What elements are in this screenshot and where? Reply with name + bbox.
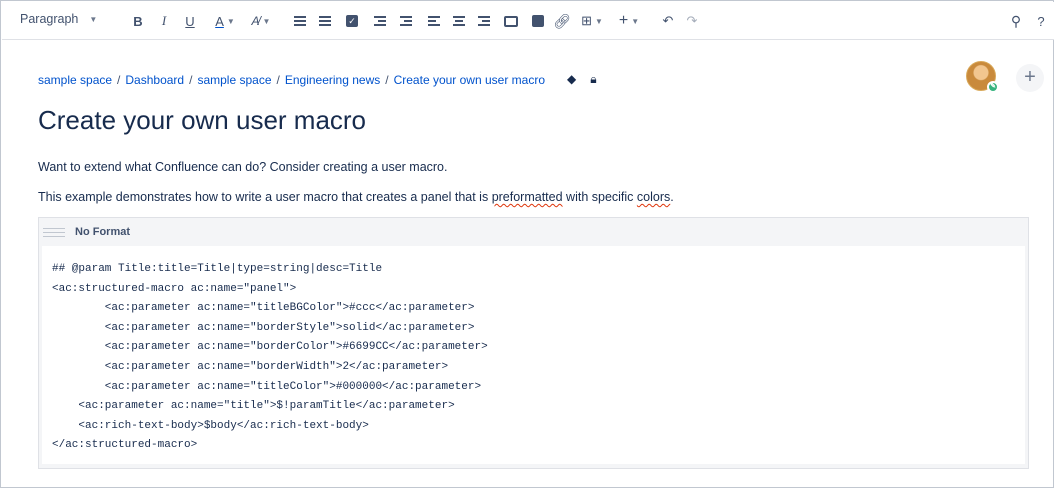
chevron-down-icon: ▼ xyxy=(594,16,603,26)
image-button[interactable] xyxy=(530,10,546,32)
image-icon xyxy=(532,15,544,27)
redo-button[interactable]: ↷ xyxy=(684,10,700,32)
align-center-icon xyxy=(453,14,465,28)
breadcrumb-item-space-2[interactable]: sample space xyxy=(197,73,271,87)
insert-button[interactable]: + ▼ xyxy=(614,10,644,32)
layout-icon xyxy=(504,15,518,27)
breadcrumb-separator: / xyxy=(117,72,121,87)
paragraph-text: with specific xyxy=(562,190,637,204)
text-color-button[interactable]: A ▼ xyxy=(210,10,240,32)
italic-button[interactable]: I xyxy=(156,10,172,32)
code-line: ## @param Title:title=Title|type=string|… xyxy=(52,263,383,275)
avatar[interactable]: ✎ xyxy=(966,61,999,93)
align-right-icon xyxy=(478,14,490,28)
chevron-down-icon: ▼ xyxy=(89,14,98,24)
add-collaborator-button[interactable]: + xyxy=(1016,64,1044,92)
bullet-list-icon xyxy=(294,14,306,28)
no-format-macro[interactable]: No Format ## @param Title:title=Title|ty… xyxy=(38,217,1029,469)
indent-icon xyxy=(400,14,412,28)
editing-badge-icon: ✎ xyxy=(987,81,999,93)
code-line: <ac:parameter ac:name="titleColor">#0000… xyxy=(52,380,482,393)
chevron-down-icon: ▼ xyxy=(262,16,271,26)
breadcrumb-item-current[interactable]: Create your own user macro xyxy=(394,73,545,87)
macro-icon xyxy=(43,225,65,239)
paragraph-intro[interactable]: Want to extend what Confluence can do? C… xyxy=(38,160,448,174)
layout-button[interactable] xyxy=(502,10,520,32)
paragraph-style-label: Paragraph xyxy=(20,12,79,26)
macro-header: No Format xyxy=(39,218,1028,245)
macro-code-body[interactable]: ## @param Title:title=Title|type=string|… xyxy=(42,246,1025,464)
paragraph-style-dropdown[interactable]: Paragraph ▼ xyxy=(20,12,97,26)
link-button[interactable]: 🔗︎ xyxy=(553,10,571,32)
more-formatting-button[interactable]: A̸ ▼ xyxy=(246,10,276,32)
code-line: <ac:parameter ac:name="borderColor">#669… xyxy=(52,341,488,354)
paragraph-text: . xyxy=(670,190,674,204)
outdent-button[interactable] xyxy=(372,10,388,32)
clear-format-icon: A̸ xyxy=(251,14,260,28)
chevron-down-icon: ▼ xyxy=(226,16,235,26)
page-title[interactable]: Create your own user macro xyxy=(38,105,366,136)
redo-icon: ↷ xyxy=(686,13,698,28)
undo-icon: ↶ xyxy=(662,13,674,28)
breadcrumb-item-dashboard[interactable]: Dashboard xyxy=(125,73,184,87)
code-line: <ac:parameter ac:name="title">$!paramTit… xyxy=(52,400,455,413)
code-line: <ac:parameter ac:name="borderWidth">2</a… xyxy=(52,360,449,373)
breadcrumb-separator: / xyxy=(189,72,193,87)
breadcrumb: sample space / Dashboard / sample space … xyxy=(38,72,597,87)
label-tag-icon[interactable]: ◆ xyxy=(567,72,576,87)
breadcrumb-separator: / xyxy=(385,72,389,87)
editor-frame: Paragraph ▼ B I U A ▼ A̸ ▼ ✓ 🔗︎ ⊞ ▼ + ▼ … xyxy=(0,0,1054,488)
align-left-button[interactable] xyxy=(426,10,442,32)
link-icon: 🔗︎ xyxy=(553,12,571,29)
align-left-icon xyxy=(428,14,440,28)
code-line: <ac:parameter ac:name="titleBGColor">#cc… xyxy=(52,302,475,315)
help-button[interactable]: ? xyxy=(1034,10,1048,32)
code-line: </ac:structured-macro> xyxy=(52,439,198,452)
number-list-button[interactable] xyxy=(317,10,333,32)
undo-button[interactable]: ↶ xyxy=(660,10,676,32)
number-list-icon xyxy=(319,14,331,28)
bullet-list-button[interactable] xyxy=(292,10,308,32)
code-line: <ac:parameter ac:name="borderStyle">soli… xyxy=(52,321,475,334)
search-button[interactable]: ⚲ xyxy=(1008,10,1024,32)
help-icon: ? xyxy=(1037,13,1045,29)
breadcrumb-item-engineering-news[interactable]: Engineering news xyxy=(285,73,380,87)
misspelled-word[interactable]: colors xyxy=(637,190,670,204)
align-center-button[interactable] xyxy=(451,10,467,32)
breadcrumb-item-space[interactable]: sample space xyxy=(38,73,112,87)
misspelled-word[interactable]: preformatted xyxy=(492,190,563,204)
text-color-icon: A xyxy=(215,13,224,29)
table-button[interactable]: ⊞ ▼ xyxy=(577,10,607,32)
chevron-down-icon: ▼ xyxy=(631,16,640,26)
paragraph-text: This example demonstrates how to write a… xyxy=(38,190,492,204)
macro-label: No Format xyxy=(75,225,130,238)
checkbox-icon: ✓ xyxy=(346,15,358,27)
table-icon: ⊞ xyxy=(581,13,592,28)
underline-button[interactable]: U xyxy=(182,10,198,32)
bold-button[interactable]: B xyxy=(130,10,146,32)
paragraph-example[interactable]: This example demonstrates how to write a… xyxy=(38,190,674,204)
lock-icon[interactable]: 🔒︎ xyxy=(590,72,596,87)
plus-icon: + xyxy=(618,12,629,29)
outdent-icon xyxy=(374,14,386,28)
code-line: <ac:rich-text-body>$body</ac:rich-text-b… xyxy=(52,419,369,432)
task-list-button[interactable]: ✓ xyxy=(344,10,360,32)
breadcrumb-separator: / xyxy=(276,72,280,87)
indent-button[interactable] xyxy=(398,10,414,32)
code-line: <ac:structured-macro ac:name="panel"> xyxy=(52,282,297,295)
editor-toolbar: Paragraph ▼ B I U A ▼ A̸ ▼ ✓ 🔗︎ ⊞ ▼ + ▼ … xyxy=(2,2,1054,40)
align-right-button[interactable] xyxy=(476,10,492,32)
search-icon: ⚲ xyxy=(1010,12,1022,29)
